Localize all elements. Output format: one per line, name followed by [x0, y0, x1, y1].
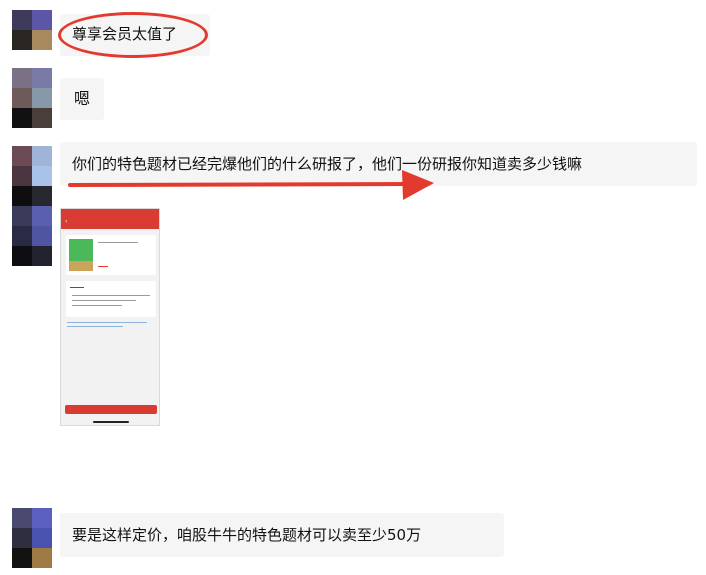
message-bubble[interactable]: 要是这样定价，咱股牛牛的特色题材可以卖至少50万 — [60, 513, 504, 557]
note-line — [67, 322, 147, 323]
product-card — [66, 235, 156, 275]
message-text: 要是这样定价，咱股牛牛的特色题材可以卖至少50万 — [72, 526, 422, 544]
chat-window: 尊享会员太值了 嗯 你们的特色题材已经完爆他们的什么研报了，他们一份研报你知道卖… — [0, 0, 706, 575]
product-thumbnail — [69, 239, 93, 271]
info-card — [66, 281, 156, 317]
back-arrow-icon: ‹ — [65, 218, 68, 225]
app-header-bar: ‹ — [61, 209, 159, 229]
image-message-app-screenshot[interactable]: ‹ — [60, 208, 160, 426]
avatar-lower-half — [12, 226, 52, 266]
note-line — [67, 326, 123, 327]
purchase-button — [65, 405, 157, 414]
home-indicator-bar — [93, 421, 129, 423]
avatar-lower-half — [12, 528, 52, 568]
